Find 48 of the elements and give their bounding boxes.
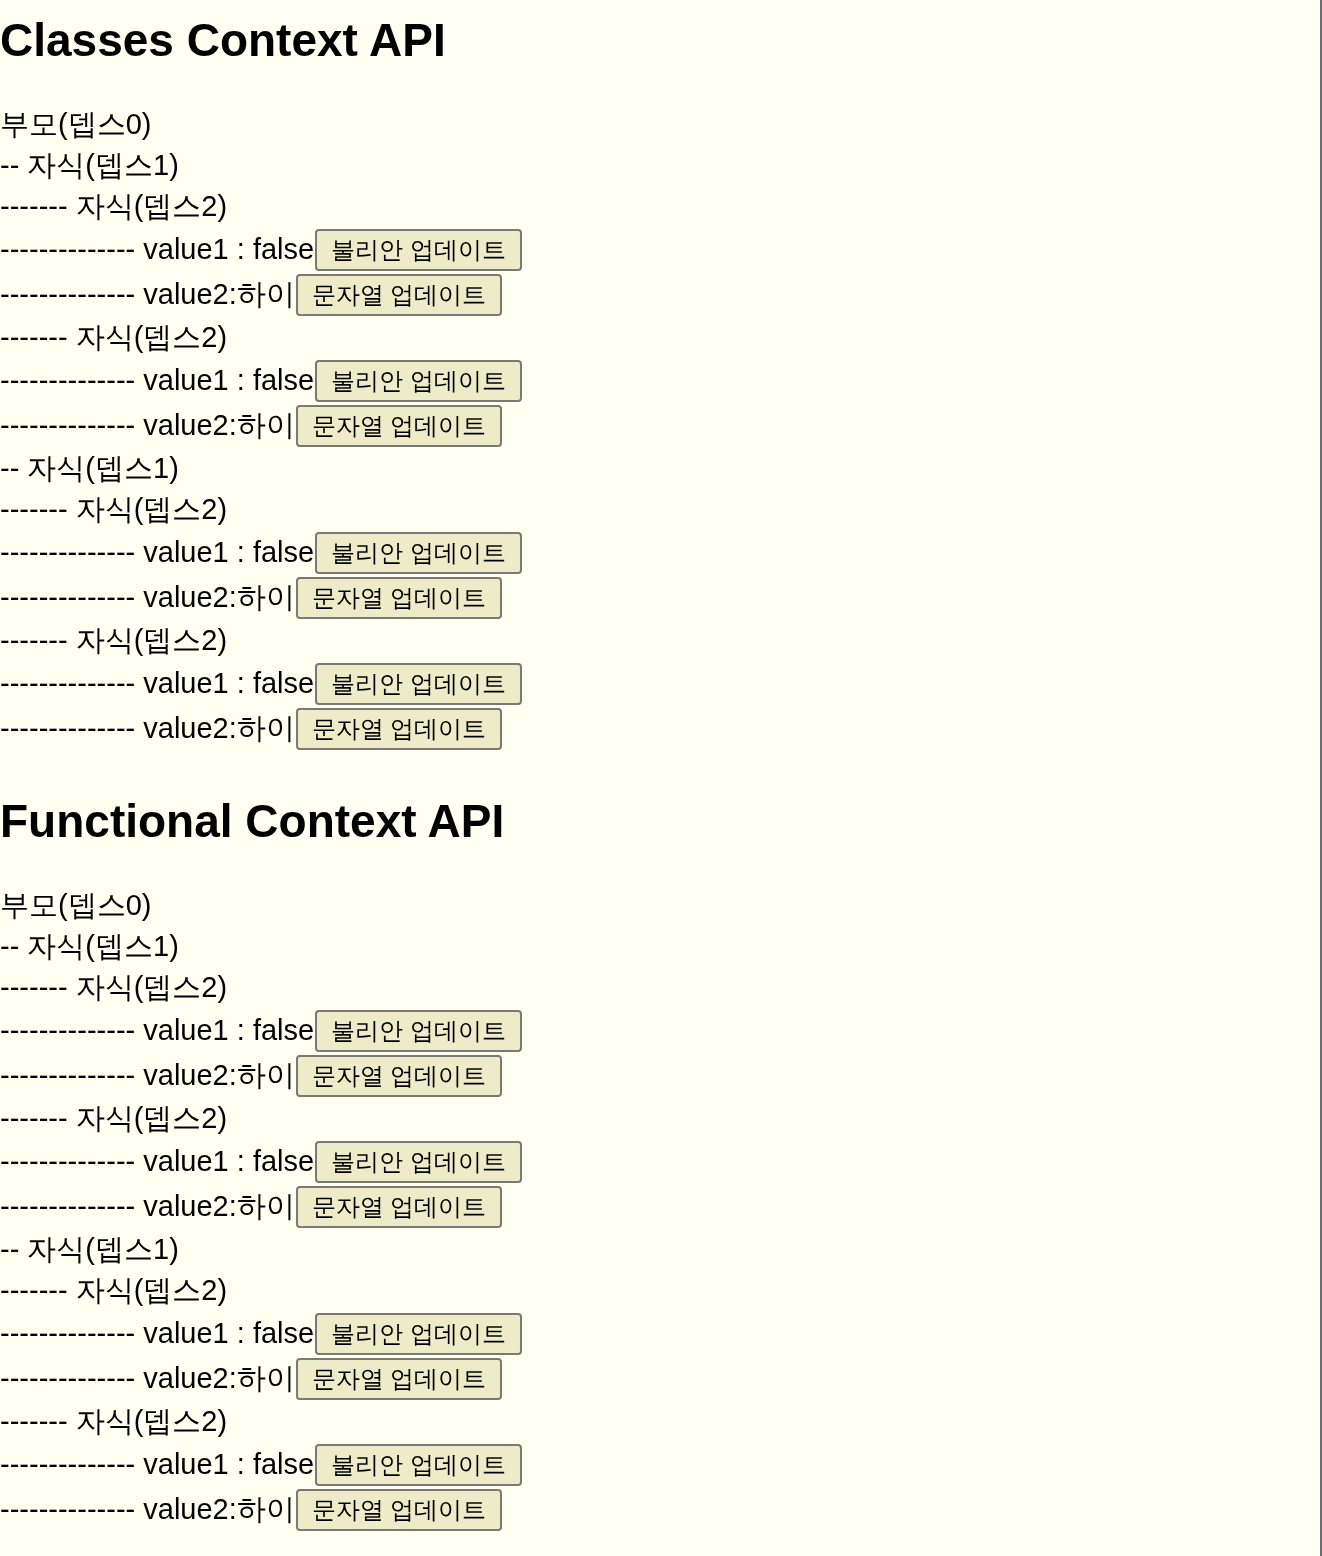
tree-node-label: ------- 자식(뎁스2) — [0, 493, 228, 525]
tree-node-label: -- 자식(뎁스1) — [0, 930, 179, 962]
update-button[interactable]: 불리안 업데이트 — [315, 1140, 522, 1183]
value-label: -------------- value2:하이 — [0, 408, 295, 443]
update-button[interactable]: 불리안 업데이트 — [315, 662, 522, 705]
tree-node-label: ------- 자식(뎁스2) — [0, 321, 228, 353]
tree-node-label: ------- 자식(뎁스2) — [0, 190, 228, 222]
update-button[interactable]: 문자열 업데이트 — [295, 1185, 503, 1228]
value-label: -------------- value1 : false — [0, 666, 315, 701]
tree-node-label: ------- 자식(뎁스2) — [0, 1274, 228, 1306]
value-label: -------------- value2:하이 — [0, 580, 295, 615]
value-label: -------------- value1 : false — [0, 1013, 315, 1048]
value-label: -------------- value2:하이 — [0, 277, 295, 312]
tree-node-label: ------- 자식(뎁스2) — [0, 624, 228, 656]
tree-node-label: ------- 자식(뎁스2) — [0, 971, 228, 1003]
value-label: -------------- value2:하이 — [0, 1361, 295, 1396]
section-heading: Classes Context API — [0, 13, 446, 68]
update-button[interactable]: 문자열 업데이트 — [295, 1357, 503, 1400]
update-button[interactable]: 문자열 업데이트 — [295, 1488, 503, 1531]
update-button[interactable]: 불리안 업데이트 — [315, 1312, 522, 1355]
value-label: -------------- value1 : false — [0, 363, 315, 398]
value-label: -------------- value1 : false — [0, 232, 315, 267]
tree-node-label: -- 자식(뎁스1) — [0, 149, 179, 181]
tree-node-label: -- 자식(뎁스1) — [0, 452, 179, 484]
update-button[interactable]: 불리안 업데이트 — [315, 359, 522, 402]
value-label: -------------- value1 : false — [0, 1316, 315, 1351]
update-button[interactable]: 문자열 업데이트 — [295, 1054, 503, 1097]
value-label: -------------- value2:하이 — [0, 1189, 295, 1224]
value-label: -------------- value2:하이 — [0, 711, 295, 746]
section-heading: Functional Context API — [0, 794, 505, 849]
value-label: -------------- value1 : false — [0, 1447, 315, 1482]
value-label: -------------- value1 : false — [0, 1144, 315, 1179]
value-label: -------------- value2:하이 — [0, 1492, 295, 1527]
update-button[interactable]: 문자열 업데이트 — [295, 707, 503, 750]
tree-node-label: 부모(뎁스0) — [0, 889, 152, 921]
tree-node-label: 부모(뎁스0) — [0, 108, 152, 140]
update-button[interactable]: 불리안 업데이트 — [315, 228, 522, 271]
tree-node-label: ------- 자식(뎁스2) — [0, 1102, 228, 1134]
update-button[interactable]: 불리안 업데이트 — [315, 1009, 522, 1052]
update-button[interactable]: 불리안 업데이트 — [315, 531, 522, 574]
tree-node-label: ------- 자식(뎁스2) — [0, 1405, 228, 1437]
tree-node-label: -- 자식(뎁스1) — [0, 1233, 179, 1265]
update-button[interactable]: 불리안 업데이트 — [315, 1443, 522, 1486]
value-label: -------------- value2:하이 — [0, 1058, 295, 1093]
value-label: -------------- value1 : false — [0, 535, 315, 570]
update-button[interactable]: 문자열 업데이트 — [295, 404, 503, 447]
update-button[interactable]: 문자열 업데이트 — [295, 576, 503, 619]
update-button[interactable]: 문자열 업데이트 — [295, 273, 503, 316]
